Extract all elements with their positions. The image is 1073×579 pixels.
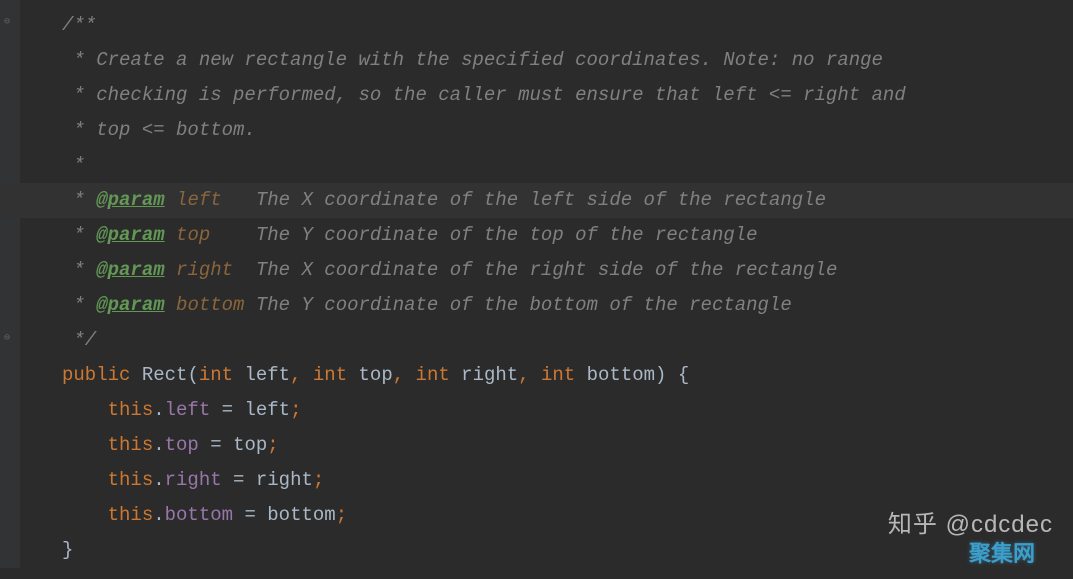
identifier: right <box>256 469 313 491</box>
code-line: * @param top The Y coordinate of the top… <box>62 218 1073 253</box>
code-line: public Rect(int left, int top, int right… <box>62 358 1073 393</box>
javadoc-param-name: bottom <box>176 294 244 316</box>
code-line-active: * @param left The X coordinate of the le… <box>0 183 1073 218</box>
keyword-this: this <box>108 504 154 526</box>
code-editor[interactable]: ⊖ ⊖ /** * Create a new rectangle with th… <box>0 0 1073 568</box>
classname: Rect <box>142 364 188 386</box>
code-line: this.right = right; <box>62 463 1073 498</box>
identifier: bottom <box>267 504 335 526</box>
code-line: * checking is performed, so the caller m… <box>62 78 1073 113</box>
javadoc-blank: * <box>62 154 85 176</box>
code-line: * @param bottom The Y coordinate of the … <box>62 288 1073 323</box>
field: bottom <box>165 504 233 526</box>
keyword-int: int <box>199 364 233 386</box>
watermark-juji: 聚集网 <box>969 534 1035 575</box>
javadoc-param-desc: The Y coordinate of the bottom of the re… <box>256 294 792 316</box>
field: right <box>165 469 222 491</box>
javadoc-param-desc: The X coordinate of the left side of the… <box>256 189 826 211</box>
code-area[interactable]: /** * Create a new rectangle with the sp… <box>0 8 1073 568</box>
keyword-int: int <box>416 364 450 386</box>
code-line: * <box>62 148 1073 183</box>
keyword-int: int <box>541 364 575 386</box>
param: top <box>359 364 393 386</box>
identifier: left <box>244 399 290 421</box>
code-line: * top <= bottom. <box>62 113 1073 148</box>
javadoc-tag: @param <box>96 259 164 281</box>
javadoc-param-name: left <box>176 189 222 211</box>
javadoc-param-name: top <box>176 224 210 246</box>
identifier: top <box>233 434 267 456</box>
field: left <box>165 399 211 421</box>
javadoc-param-name: right <box>176 259 233 281</box>
code-line: this.left = left; <box>62 393 1073 428</box>
param: left <box>244 364 290 386</box>
close-brace: } <box>62 539 73 561</box>
field: top <box>165 434 199 456</box>
javadoc-tag: @param <box>96 189 164 211</box>
javadoc-param-desc: The Y coordinate of the top of the recta… <box>256 224 758 246</box>
javadoc-desc: * Create a new rectangle with the specif… <box>62 49 883 71</box>
param: bottom <box>587 364 655 386</box>
code-line: /** <box>62 8 1073 43</box>
keyword-this: this <box>108 399 154 421</box>
param: right <box>461 364 518 386</box>
javadoc-param-desc: The X coordinate of the right side of th… <box>256 259 838 281</box>
javadoc-close: */ <box>62 329 96 351</box>
code-line: */ <box>62 323 1073 358</box>
keyword-this: this <box>108 469 154 491</box>
javadoc-open: /** <box>62 14 96 36</box>
javadoc-tag: @param <box>96 294 164 316</box>
javadoc-desc: * checking is performed, so the caller m… <box>62 84 906 106</box>
keyword-int: int <box>313 364 347 386</box>
code-line: * Create a new rectangle with the specif… <box>62 43 1073 78</box>
javadoc-tag: @param <box>96 224 164 246</box>
code-line: this.top = top; <box>62 428 1073 463</box>
keyword-public: public <box>62 364 130 386</box>
code-line: * @param right The X coordinate of the r… <box>62 253 1073 288</box>
javadoc-desc: * top <= bottom. <box>62 119 256 141</box>
keyword-this: this <box>108 434 154 456</box>
